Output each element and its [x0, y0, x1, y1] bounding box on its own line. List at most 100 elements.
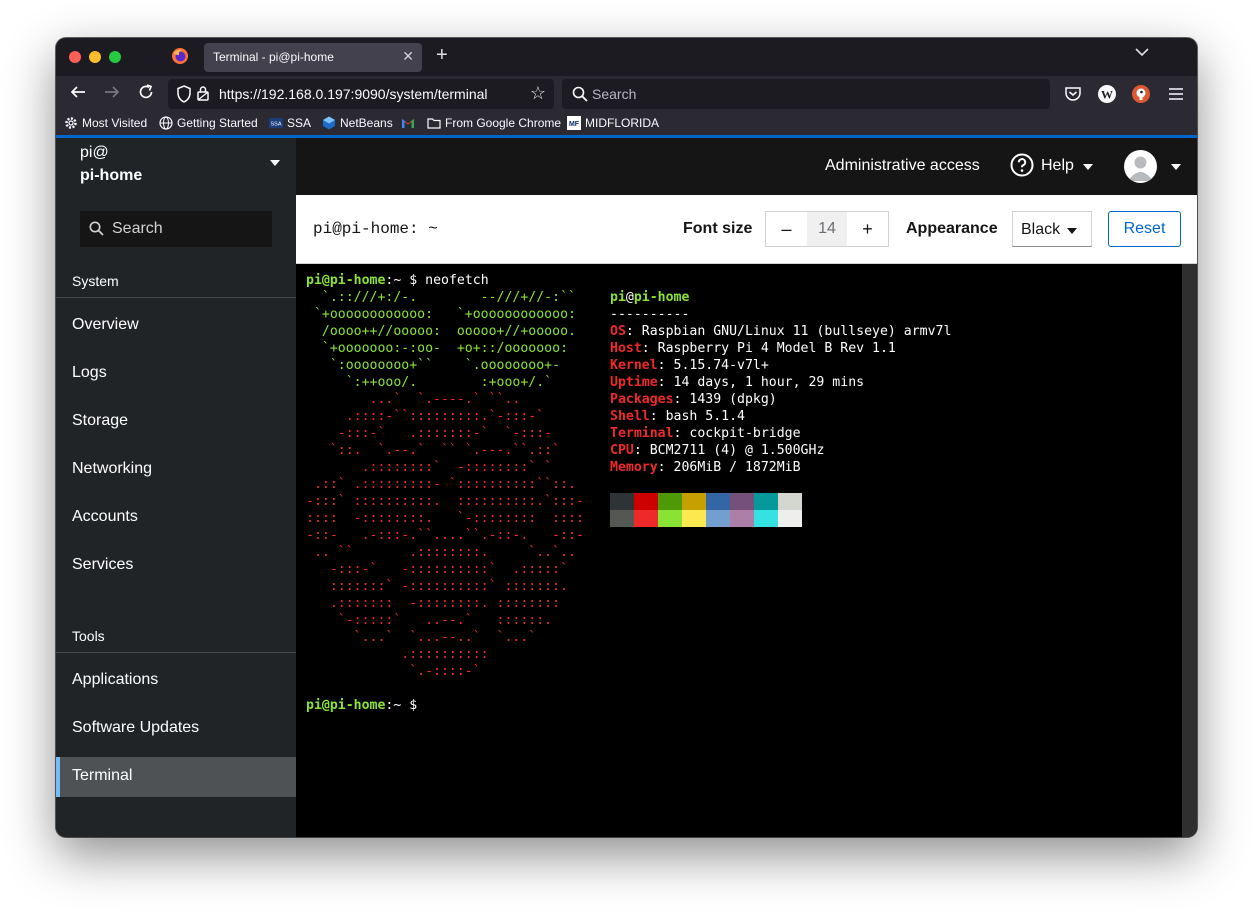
info-key: Terminal — [610, 426, 674, 441]
sidebar-item-services[interactable]: Services — [56, 546, 296, 586]
tracking-protection-icon[interactable] — [176, 85, 192, 103]
bookmark-gmail[interactable] — [401, 116, 419, 130]
palette-swatch — [634, 510, 658, 527]
caret-down-icon — [1083, 164, 1093, 170]
sidebar-item-terminal[interactable]: Terminal — [56, 757, 296, 797]
palette-swatch — [682, 493, 706, 510]
sidebar-item-label: Services — [72, 556, 134, 573]
palette-swatch — [610, 493, 634, 510]
duckduckgo-extension-icon[interactable] — [1131, 84, 1151, 104]
sidebar-item-logs[interactable]: Logs — [56, 354, 296, 394]
new-tab-icon[interactable]: + — [436, 44, 448, 67]
logo-line: `-:::::` ..--.` ::::::. — [306, 613, 553, 628]
terminal-screen[interactable]: pi@pi-home:~ $ neofetch `.::///+:/-. --/… — [296, 264, 1197, 837]
bookmark-midflorida[interactable]: MF MIDFLORIDA — [567, 116, 659, 130]
svg-text:SSA: SSA — [270, 122, 281, 128]
help-icon[interactable] — [1010, 153, 1034, 177]
sidebar-item-networking[interactable]: Networking — [56, 450, 296, 490]
logo-line: `:oooooooo+`` `.oooooooo+- — [306, 358, 561, 373]
terminal-scrollbar[interactable] — [1182, 264, 1197, 837]
appearance-select[interactable]: Black — [1012, 211, 1092, 247]
window-close-button[interactable] — [69, 51, 81, 63]
sidebar-item-storage[interactable]: Storage — [56, 402, 296, 442]
tab-title: Terminal - pi@pi-home — [213, 50, 334, 64]
logo-line: .::::::::` -::::::::` ` — [306, 460, 553, 475]
info-key: Kernel — [610, 358, 658, 373]
tab-terminal[interactable]: Terminal - pi@pi-home ✕ — [204, 43, 422, 72]
sidebar-search-placeholder: Search — [112, 220, 163, 237]
sidebar-item-label: Overview — [72, 316, 139, 333]
palette-swatch — [778, 510, 802, 527]
sidebar-item-accounts[interactable]: Accounts — [56, 498, 296, 538]
bookmark-star-icon[interactable]: ☆ — [530, 83, 546, 104]
appearance-label: Appearance — [906, 220, 998, 237]
divider — [56, 652, 296, 653]
avatar[interactable] — [1124, 150, 1157, 183]
bookmark-getting-started[interactable]: Getting Started — [159, 116, 258, 130]
section-title-tools: Tools — [72, 628, 105, 644]
bookmark-netbeans[interactable]: NetBeans — [322, 116, 393, 130]
pocket-icon[interactable] — [1063, 84, 1083, 104]
appearance-value: Black — [1021, 221, 1061, 238]
palette-swatch — [682, 510, 706, 527]
user-icon — [1128, 156, 1153, 181]
sidebar-search-input[interactable]: Search — [80, 211, 272, 247]
info-row: Kernel: 5.15.74-v7l+ — [610, 357, 769, 374]
sidebar-item-label: Logs — [72, 364, 107, 381]
info-value: : 14 days, 1 hour, 29 mins — [657, 375, 865, 390]
back-icon[interactable] — [69, 83, 87, 101]
reset-button[interactable]: Reset — [1108, 211, 1181, 247]
sidebar-item-software-updates[interactable]: Software Updates — [56, 709, 296, 749]
window-maximize-button[interactable] — [109, 51, 121, 63]
logo-line: .:::::::::: — [306, 647, 489, 662]
caret-down-icon[interactable] — [1171, 164, 1181, 170]
palette-swatch — [730, 493, 754, 510]
sidebar-item-applications[interactable]: Applications — [56, 661, 296, 701]
info-row: Host: Raspberry Pi 4 Model B Rev 1.1 — [610, 340, 896, 357]
bookmark-folder-from-google-chrome[interactable]: From Google Chrome — [427, 116, 561, 130]
logo-line: .::::-``:::::::::.`-:::-` — [306, 409, 545, 424]
info-row: Packages: 1439 (dpkg) — [610, 391, 777, 408]
url-text[interactable]: https://192.168.0.197:9090/system/termin… — [219, 86, 488, 102]
logo-line: -:::-` -::::::::::` .:::::` — [306, 562, 569, 577]
logo-line: -:::` ::::::::::. ::::::::::.`:::- — [306, 494, 584, 509]
cockpit-sidebar: pi@ pi-home Search System Overview Logs … — [56, 138, 296, 837]
caret-down-icon — [1067, 228, 1077, 234]
info-key: Uptime — [610, 375, 658, 390]
bookmark-label: Most Visited — [82, 116, 148, 130]
gmail-icon — [402, 119, 414, 128]
info-value: : BCM2711 (4) @ 1.500GHz — [633, 443, 825, 458]
logo-line: `.::///+:/-. --///+//-:`` — [306, 290, 576, 305]
sidebar-item-label: Software Updates — [72, 719, 200, 736]
logo-line: .::` .:::::::::- `::::::::::``::. — [306, 477, 576, 492]
info-value: : 1439 (dpkg) — [673, 392, 777, 407]
font-size-increase-button[interactable]: + — [847, 211, 889, 247]
list-all-tabs-icon[interactable] — [1135, 47, 1149, 57]
font-size-label: Font size — [683, 220, 753, 237]
font-size-decrease-button[interactable]: – — [765, 211, 807, 247]
reload-icon[interactable] — [137, 83, 155, 101]
host-name: pi-home — [80, 167, 143, 184]
info-value: : 5.15.74-v7l+ — [657, 358, 769, 373]
section-title-system: System — [72, 273, 119, 289]
menu-icon[interactable] — [1166, 84, 1186, 104]
sidebar-item-overview[interactable]: Overview — [56, 306, 296, 346]
firefox-icon[interactable] — [171, 47, 189, 65]
prompt-line: pi@pi-home:~ $ — [306, 698, 418, 713]
window-minimize-button[interactable] — [89, 51, 101, 63]
host-user: pi@ — [80, 144, 109, 161]
web-search-input[interactable]: Search — [562, 79, 1050, 109]
wikipedia-extension-icon[interactable]: W — [1097, 84, 1117, 104]
bookmark-ssa[interactable]: SSA SSA — [269, 116, 311, 130]
info-separator: ---------- — [610, 307, 690, 322]
bookmark-label: Getting Started — [177, 116, 258, 130]
lock-icon[interactable] — [196, 85, 210, 101]
tab-close-icon[interactable]: ✕ — [402, 48, 414, 65]
url-bar[interactable]: https://192.168.0.197:9090/system/termin… — [168, 79, 554, 109]
bookmark-most-visited[interactable]: Most Visited — [64, 116, 147, 130]
administrative-access-button[interactable]: Administrative access — [825, 157, 980, 175]
forward-icon[interactable] — [103, 83, 121, 101]
help-menu-button[interactable]: Help — [1041, 157, 1074, 175]
midflorida-logo-icon: MF — [567, 116, 581, 130]
palette-swatch — [610, 510, 634, 527]
